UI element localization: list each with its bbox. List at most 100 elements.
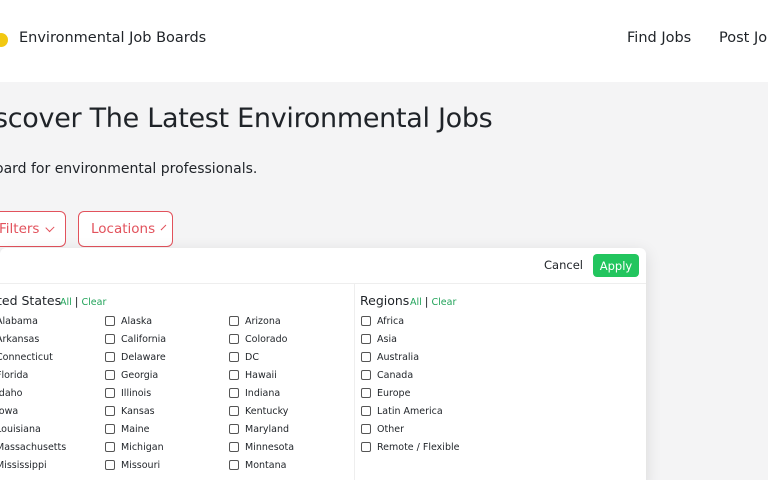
location-option-label: Missouri (121, 459, 161, 471)
checkbox[interactable] (105, 460, 115, 470)
nav-post-job[interactable]: Post Job (719, 30, 768, 46)
location-option[interactable]: Idaho (0, 386, 23, 400)
location-option[interactable]: Iowa (0, 404, 18, 418)
location-option-label: Florida (0, 369, 29, 381)
location-option[interactable]: California (105, 332, 166, 346)
regions-clear-link[interactable]: Clear (432, 297, 457, 308)
checkbox[interactable] (229, 424, 239, 434)
location-option[interactable]: Kansas (105, 404, 155, 418)
location-option[interactable]: Colorado (229, 332, 287, 346)
location-option-label: Kansas (121, 405, 155, 417)
site-name[interactable]: Environmental Job Boards (19, 30, 206, 46)
location-option-label: Arkansas (0, 333, 40, 345)
location-option[interactable]: Africa (361, 314, 404, 328)
location-option-label: Hawaii (245, 369, 277, 381)
location-option-label: Europe (377, 387, 411, 399)
locations-button-label: Locations (91, 221, 156, 237)
checkbox[interactable] (361, 442, 371, 452)
checkbox[interactable] (361, 424, 371, 434)
checkbox[interactable] (229, 334, 239, 344)
regions-select-all-link[interactable]: All (410, 297, 422, 308)
location-option-label: Maryland (245, 423, 290, 435)
location-option-label: Latin America (377, 405, 443, 417)
checkbox[interactable] (105, 334, 115, 344)
checkbox[interactable] (105, 442, 115, 452)
checkbox[interactable] (229, 370, 239, 380)
location-option[interactable]: Indiana (229, 386, 280, 400)
checkbox[interactable] (229, 316, 239, 326)
checkbox[interactable] (105, 424, 115, 434)
location-option[interactable]: Arizona (229, 314, 281, 328)
location-option-label: Iowa (0, 405, 19, 417)
location-option[interactable]: Alabama (0, 314, 38, 328)
location-option-label: Louisiana (0, 423, 41, 435)
checkbox[interactable] (361, 334, 371, 344)
checkbox[interactable] (105, 406, 115, 416)
location-option[interactable]: Maryland (229, 422, 289, 436)
location-option[interactable]: Mississippi (0, 458, 47, 472)
checkbox[interactable] (105, 352, 115, 362)
location-option[interactable]: Missouri (105, 458, 160, 472)
regions-section-links: All | Clear (410, 295, 456, 308)
us-select-all-link[interactable]: All (60, 297, 72, 308)
us-clear-link[interactable]: Clear (82, 297, 107, 308)
locations-button[interactable]: Locations (78, 211, 173, 247)
location-option-label: DC (245, 351, 259, 363)
location-option[interactable]: Florida (0, 368, 28, 382)
apply-button[interactable]: Apply (593, 254, 639, 277)
checkbox[interactable] (229, 406, 239, 416)
location-option[interactable]: Remote / Flexible (361, 440, 459, 454)
location-option[interactable]: Georgia (105, 368, 158, 382)
location-option[interactable]: Arkansas (0, 332, 39, 346)
location-option[interactable]: Louisiana (0, 422, 41, 436)
separator: | (74, 295, 79, 308)
checkbox[interactable] (361, 352, 371, 362)
checkbox[interactable] (361, 406, 371, 416)
location-option-label: Kentucky (245, 405, 289, 417)
location-option[interactable]: Other (361, 422, 404, 436)
location-option[interactable]: Kentucky (229, 404, 288, 418)
location-option-label: Mississippi (0, 459, 47, 471)
location-option[interactable]: Illinois (105, 386, 151, 400)
chevron-down-icon (160, 224, 167, 230)
location-option-label: Massachusetts (0, 441, 67, 453)
checkbox[interactable] (361, 388, 371, 398)
location-option[interactable]: Latin America (361, 404, 443, 418)
location-option-label: Arizona (245, 315, 281, 327)
location-option[interactable]: Australia (361, 350, 419, 364)
location-option[interactable]: Michigan (105, 440, 164, 454)
checkbox[interactable] (229, 352, 239, 362)
checkbox[interactable] (229, 442, 239, 452)
checkbox[interactable] (105, 388, 115, 398)
column-divider (354, 284, 355, 480)
checkbox[interactable] (361, 370, 371, 380)
logo-icon (0, 33, 8, 47)
cancel-button[interactable]: Cancel (544, 258, 583, 272)
location-option-label: Idaho (0, 387, 23, 399)
location-option[interactable]: Hawaii (229, 368, 277, 382)
page-title: scover The Latest Environmental Jobs (0, 103, 493, 134)
us-section-title: ted States (0, 293, 62, 308)
checkbox[interactable] (229, 388, 239, 398)
checkbox[interactable] (229, 460, 239, 470)
checkbox[interactable] (105, 370, 115, 380)
filters-button[interactable]: Filters (0, 211, 66, 247)
regions-section-title: Regions (360, 293, 410, 308)
location-option[interactable]: Delaware (105, 350, 166, 364)
location-option[interactable]: Connecticut (0, 350, 53, 364)
nav-find-jobs[interactable]: Find Jobs (627, 30, 691, 46)
location-option[interactable]: Montana (229, 458, 286, 472)
checkbox[interactable] (361, 316, 371, 326)
location-option[interactable]: Minnesota (229, 440, 294, 454)
location-option[interactable]: Europe (361, 386, 410, 400)
location-option[interactable]: Massachusetts (0, 440, 66, 454)
location-option[interactable]: Alaska (105, 314, 152, 328)
location-option[interactable]: Maine (105, 422, 150, 436)
location-option[interactable]: DC (229, 350, 259, 364)
location-option-label: Remote / Flexible (377, 441, 460, 453)
location-option[interactable]: Asia (361, 332, 397, 346)
checkbox[interactable] (105, 316, 115, 326)
location-option-label: Montana (245, 459, 287, 471)
location-option[interactable]: Canada (361, 368, 413, 382)
location-option-label: Asia (377, 333, 397, 345)
